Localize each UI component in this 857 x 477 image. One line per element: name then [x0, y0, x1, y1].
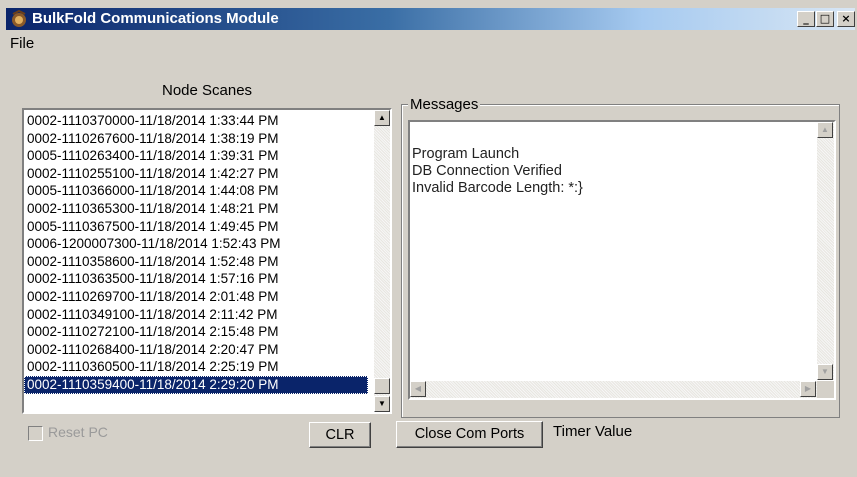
node-scan-item[interactable]: 0002-1110272100-11/18/2014 2:15:48 PM [24, 323, 368, 341]
reset-pc-checkbox[interactable] [28, 426, 43, 441]
node-scan-item[interactable]: 0002-1110360500-11/18/2014 2:25:19 PM [24, 358, 368, 376]
node-scan-item[interactable]: 0005-1110366000-11/18/2014 1:44:08 PM [24, 182, 368, 200]
message-line: DB Connection Verified [412, 163, 562, 179]
node-scan-item[interactable]: 0002-1110365300-11/18/2014 1:48:21 PM [24, 200, 368, 218]
node-scan-item[interactable]: 0005-1110367500-11/18/2014 1:49:45 PM [24, 218, 368, 236]
node-scanes-scrollbar[interactable]: ▲ ▼ [374, 110, 390, 412]
close-com-ports-button[interactable]: Close Com Ports [396, 421, 543, 448]
arrow-left-icon[interactable]: ◀ [410, 381, 426, 397]
scrollbar-corner [817, 381, 834, 398]
menu-file[interactable]: File [10, 35, 34, 52]
application-window: BulkFold Communications Module _ □ × Fil… [0, 0, 857, 477]
node-scan-item[interactable]: 0005-1110263400-11/18/2014 1:39:31 PM [24, 147, 368, 165]
title-bar[interactable]: BulkFold Communications Module _ □ × [6, 8, 855, 30]
node-scan-item[interactable]: 0002-1110267600-11/18/2014 1:38:19 PM [24, 130, 368, 148]
timer-value-label: Timer Value [553, 423, 633, 440]
arrow-down-icon[interactable]: ▼ [817, 364, 833, 380]
node-scan-item[interactable]: 0002-1110370000-11/18/2014 1:33:44 PM [24, 112, 368, 130]
message-line: Invalid Barcode Length: *:} [412, 180, 583, 196]
node-scan-item[interactable]: 0002-1110358600-11/18/2014 1:52:48 PM [24, 253, 368, 271]
message-line: Program Launch [412, 146, 520, 162]
node-scan-item[interactable]: 0002-1110255100-11/18/2014 1:42:27 PM [24, 165, 368, 183]
node-scanes-items: 0002-1110370000-11/18/2014 1:33:44 PM 000… [24, 112, 368, 394]
node-scan-item[interactable]: 0002-1110349100-11/18/2014 2:11:42 PM [24, 306, 368, 324]
messages-label: Messages [408, 96, 481, 113]
clr-button[interactable]: CLR [309, 422, 371, 448]
arrow-down-icon[interactable]: ▼ [374, 396, 390, 412]
maximize-button[interactable]: □ [816, 11, 834, 27]
messages-horizontal-scrollbar[interactable]: ◀ ▶ [410, 381, 817, 398]
node-scan-item[interactable]: 0002-1110359400-11/18/2014 2:29:20 PM [24, 375, 368, 394]
messages-lines: Program Launch DB Connection Verified Inva… [412, 146, 583, 197]
node-scanes-list[interactable]: 0002-1110370000-11/18/2014 1:33:44 PM 000… [22, 108, 392, 414]
node-scan-item[interactable]: 0002-1110363500-11/18/2014 1:57:16 PM [24, 270, 368, 288]
app-icon [12, 10, 26, 27]
messages-textbox[interactable]: Program Launch DB Connection Verified Inva… [408, 120, 836, 400]
node-scan-item[interactable]: 0002-1110269700-11/18/2014 2:01:48 PM [24, 288, 368, 306]
scroll-thumb[interactable] [374, 378, 390, 394]
window-title: BulkFold Communications Module [32, 10, 279, 27]
arrow-right-icon[interactable]: ▶ [800, 381, 816, 397]
minimize-button[interactable]: _ [797, 11, 815, 27]
arrow-up-icon[interactable]: ▲ [374, 110, 390, 126]
node-scan-item[interactable]: 0006-1200007300-11/18/2014 1:52:43 PM [24, 235, 368, 253]
node-scan-item[interactable]: 0002-1110268400-11/18/2014 2:20:47 PM [24, 341, 368, 359]
reset-pc-label: Reset PC [48, 424, 108, 440]
node-scanes-label: Node Scanes [162, 82, 253, 99]
arrow-up-icon[interactable]: ▲ [817, 122, 833, 138]
close-button[interactable]: × [837, 11, 855, 27]
messages-vertical-scrollbar[interactable]: ▲ ▼ [817, 122, 834, 380]
